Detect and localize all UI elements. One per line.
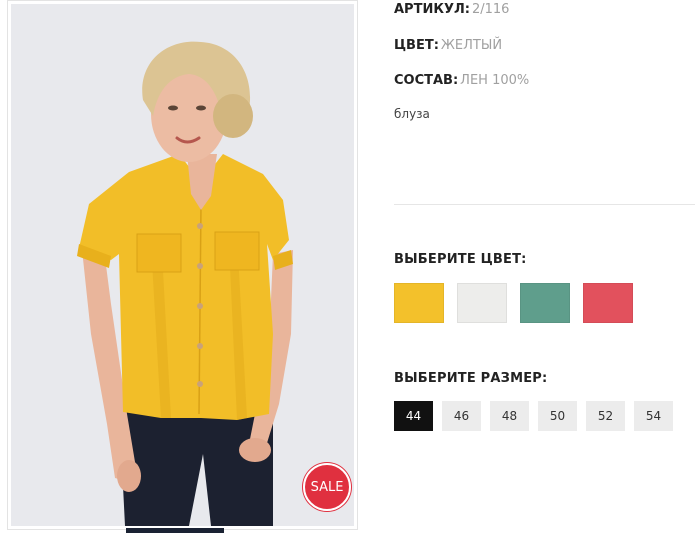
color-swatch-white[interactable] <box>457 283 507 323</box>
size-option-46[interactable]: 46 <box>442 401 481 431</box>
product-image-frame: SALE <box>7 0 358 530</box>
color-picker-title: ВЫБЕРИТЕ ЦВЕТ: <box>394 252 527 267</box>
product-photo[interactable] <box>11 4 354 526</box>
size-picker-title: ВЫБЕРИТЕ РАЗМЕР: <box>394 371 548 386</box>
color-swatch-yellow[interactable] <box>394 283 444 323</box>
composition-value: ЛЕН 100% <box>460 73 530 88</box>
size-option-50[interactable]: 50 <box>538 401 577 431</box>
product-description: блуза <box>394 107 430 121</box>
size-option-54[interactable]: 54 <box>634 401 673 431</box>
color-swatch-red[interactable] <box>583 283 633 323</box>
color-value: ЖЕЛТЫЙ <box>440 38 503 53</box>
size-options: 44 46 48 50 52 54 <box>394 401 673 431</box>
composition-label: СОСТАВ: <box>394 73 459 88</box>
color-swatch-teal[interactable] <box>520 283 570 323</box>
gallery-thumb-indicator[interactable] <box>126 528 224 533</box>
color-row: ЦВЕТ: ЖЕЛТЫЙ <box>394 38 502 53</box>
color-label: ЦВЕТ: <box>394 38 439 53</box>
composition-row: СОСТАВ: ЛЕН 100% <box>394 73 529 88</box>
color-swatches <box>394 283 633 323</box>
article-value: 2/116 <box>471 2 510 17</box>
size-option-48[interactable]: 48 <box>490 401 529 431</box>
section-divider <box>394 204 695 205</box>
size-option-44[interactable]: 44 <box>394 401 433 431</box>
sale-badge: SALE <box>303 463 351 511</box>
article-label: АРТИКУЛ: <box>394 2 470 17</box>
size-option-52[interactable]: 52 <box>586 401 625 431</box>
article-row: АРТИКУЛ: 2/116 <box>394 2 509 17</box>
